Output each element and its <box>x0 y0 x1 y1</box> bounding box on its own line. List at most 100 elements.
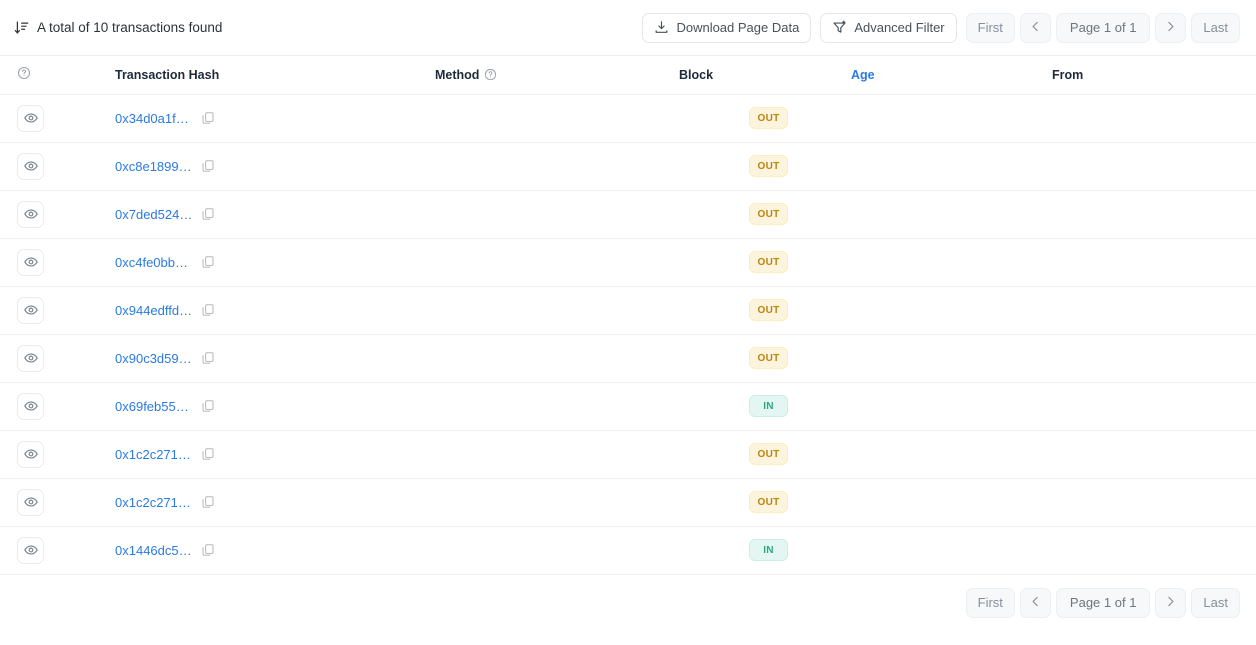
footer-pagination-prev-button[interactable] <box>1020 588 1051 618</box>
pagination-last-button[interactable]: Last <box>1191 13 1240 43</box>
footer-pagination-first-button[interactable]: First <box>966 588 1015 618</box>
transaction-hash-link[interactable]: 0x944edffd9f1… <box>115 303 194 318</box>
copy-icon[interactable] <box>201 159 215 173</box>
cell-method: Transfer <box>215 526 339 574</box>
transaction-hash-link[interactable]: 0x1c2c271b8a… <box>115 447 194 462</box>
copy-icon[interactable] <box>201 399 215 413</box>
footer-pagination-page-indicator[interactable]: Page 1 of 1 <box>1056 588 1151 618</box>
chevron-right-icon <box>1164 20 1177 35</box>
copy-icon[interactable] <box>201 255 215 269</box>
question-circle-icon[interactable] <box>17 66 31 80</box>
column-header-direction <box>749 56 801 94</box>
pagination-next-button[interactable] <box>1155 13 1186 43</box>
cell-direction: OUT <box>749 94 801 142</box>
cell-from: vitalik.eth <box>521 142 749 190</box>
cell-block: 20913401 <box>339 190 421 238</box>
cell-preview <box>0 238 57 286</box>
column-header-to[interactable]: To <box>801 56 1027 94</box>
eye-icon[interactable] <box>17 297 44 324</box>
copy-icon[interactable] <box>201 447 215 461</box>
cell-to: 0xf081470f…409DcdD67 <box>801 430 1027 478</box>
advanced-filter-label: Advanced Filter <box>854 21 944 34</box>
transaction-hash-link[interactable]: 0x34d0a1fb06b… <box>115 111 194 126</box>
chevron-right-icon <box>1164 595 1177 610</box>
cell-age: 2 hrs ago <box>421 142 521 190</box>
copy-icon[interactable] <box>201 207 215 221</box>
cell-preview <box>0 430 57 478</box>
direction-badge: IN <box>749 539 788 561</box>
download-page-data-button[interactable]: Download Page Data <box>642 13 811 43</box>
eye-icon[interactable] <box>17 105 44 132</box>
pagination-prev-button[interactable] <box>1020 13 1051 43</box>
copy-icon[interactable] <box>201 543 215 557</box>
eye-icon[interactable] <box>17 249 44 276</box>
footer-pagination-next-button[interactable] <box>1155 588 1186 618</box>
cell-preview <box>0 286 57 334</box>
cell-to: 0x39041F1B…ee2577ebc <box>801 478 1027 526</box>
column-header-block[interactable]: Block <box>339 56 421 94</box>
transaction-hash-link[interactable]: 0x90c3d59eb8… <box>115 351 194 366</box>
cell-age: 27 hrs ago <box>421 382 521 430</box>
cell-age: 2 hrs ago <box>421 190 521 238</box>
column-header-method[interactable]: Method <box>215 56 339 94</box>
cell-amount: 1,000,000,000 <box>1027 190 1256 238</box>
column-header-from[interactable]: From <box>521 56 749 94</box>
cell-block: 20913426 <box>339 94 421 142</box>
transaction-hash-link[interactable]: 0xc4fe0bbcde1… <box>115 255 194 270</box>
eye-icon[interactable] <box>17 537 44 564</box>
cell-to: CoW Protocol: GPv2Se… <box>801 94 1027 142</box>
table-header: Transaction Hash Method Block <box>0 56 1256 94</box>
bottom-pagination: First Page 1 of 1 Last <box>966 588 1240 618</box>
eye-icon[interactable] <box>17 441 44 468</box>
eye-icon[interactable] <box>17 393 44 420</box>
transaction-hash-link[interactable]: 0xc8e1899666… <box>115 159 194 174</box>
eye-icon[interactable] <box>17 345 44 372</box>
pagination-page-indicator[interactable]: Page 1 of 1 <box>1056 13 1151 43</box>
transaction-hash-link[interactable]: 0x7ded52478b… <box>115 207 194 222</box>
column-header-transaction-hash[interactable]: Transaction Hash <box>57 56 215 94</box>
eye-icon[interactable] <box>17 201 44 228</box>
cell-method: Mooo Z10896… <box>215 142 339 190</box>
column-header-info <box>0 56 57 94</box>
cell-method: Mooo Z10896… <box>215 334 339 382</box>
transaction-hash-link[interactable]: 0x1446dc57ffc… <box>115 543 194 558</box>
column-label: From <box>1052 68 1083 82</box>
advanced-filter-button[interactable]: Advanced Filter <box>820 13 956 43</box>
table-row: 0xc8e1899666…Mooo Z10896…209134132 hrs a… <box>0 142 1256 190</box>
footer-pagination-last-button[interactable]: Last <box>1191 588 1240 618</box>
question-circle-icon[interactable] <box>484 68 497 81</box>
direction-badge: OUT <box>749 251 788 273</box>
cell-transaction-hash: 0x7ded52478b… <box>57 190 215 238</box>
copy-icon[interactable] <box>201 303 215 317</box>
copy-icon[interactable] <box>201 111 215 125</box>
cell-to: vitalik.eth <box>801 526 1027 574</box>
copy-icon[interactable] <box>201 495 215 509</box>
copy-icon[interactable] <box>201 351 215 365</box>
cell-from: vitalik.eth <box>521 334 749 382</box>
cell-transaction-hash: 0x1c2c271b8a… <box>57 430 215 478</box>
transactions-table: Transaction Hash Method Block <box>0 56 1256 575</box>
cell-to: vitalik.eth <box>801 382 1027 430</box>
chevron-left-icon <box>1029 595 1042 610</box>
cell-block: 20898596 <box>339 478 421 526</box>
column-label: Transaction Hash <box>115 68 219 82</box>
cell-from: vitalik.eth <box>521 478 749 526</box>
cell-block: 20898596 <box>339 430 421 478</box>
eye-icon[interactable] <box>17 489 44 516</box>
cell-age: 2 days ago <box>421 430 521 478</box>
eye-icon[interactable] <box>17 153 44 180</box>
chevron-left-icon <box>1029 20 1042 35</box>
table-row: 0x1446dc57ffc…Transfer2075841821 days ag… <box>0 526 1256 574</box>
transaction-hash-link[interactable]: 0x1c2c271b8a… <box>115 495 194 510</box>
direction-badge: OUT <box>749 107 788 129</box>
footer-bar: First Page 1 of 1 Last <box>0 575 1256 631</box>
table-row: 0x1c2c271b8a…Swap208985962 days agovital… <box>0 430 1256 478</box>
cell-transaction-hash: 0x69feb5561d7… <box>57 382 215 430</box>
direction-badge: OUT <box>749 491 788 513</box>
sort-descending-icon[interactable] <box>14 20 29 35</box>
pagination-first-button[interactable]: First <box>966 13 1015 43</box>
cell-to: CoW Protocol: GPv2Se… <box>801 142 1027 190</box>
transaction-hash-link[interactable]: 0x69feb5561d7… <box>115 399 194 414</box>
cell-preview <box>0 526 57 574</box>
cell-transaction-hash: 0xc8e1899666… <box>57 142 215 190</box>
